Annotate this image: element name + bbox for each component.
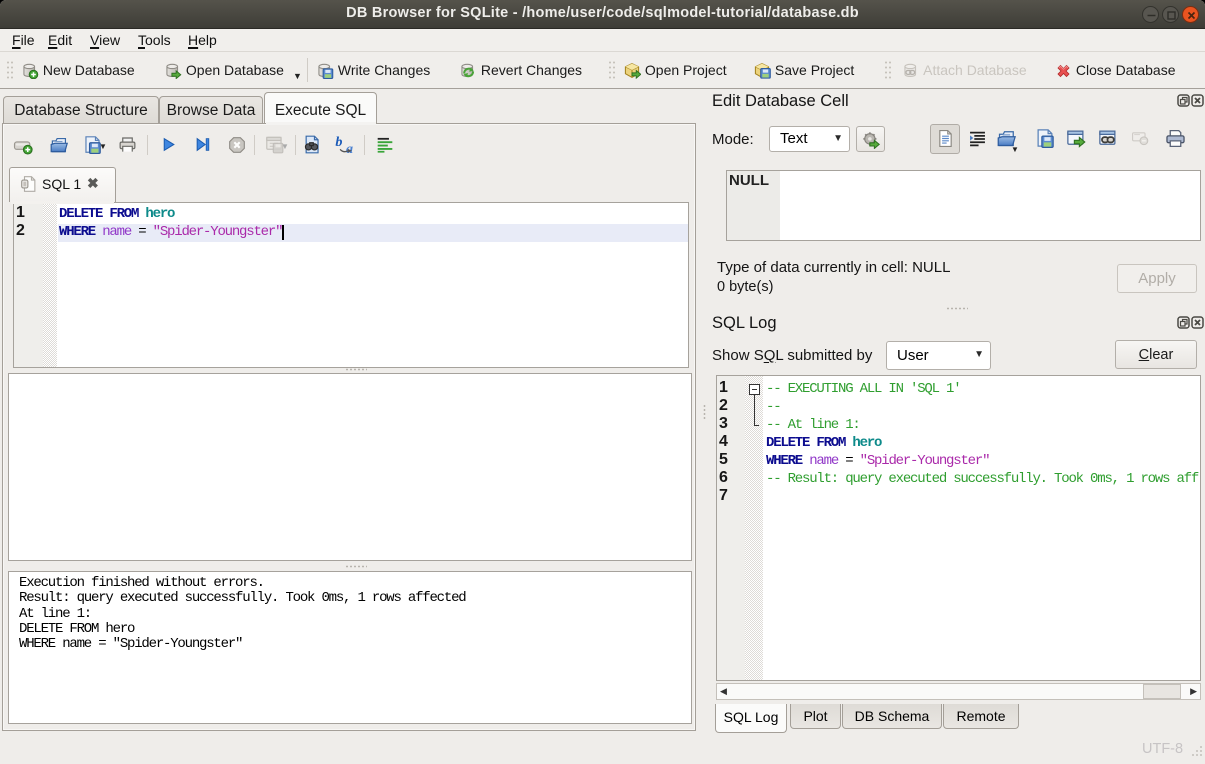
svg-text:a: a [346, 141, 353, 154]
svg-text:b: b [335, 134, 342, 150]
